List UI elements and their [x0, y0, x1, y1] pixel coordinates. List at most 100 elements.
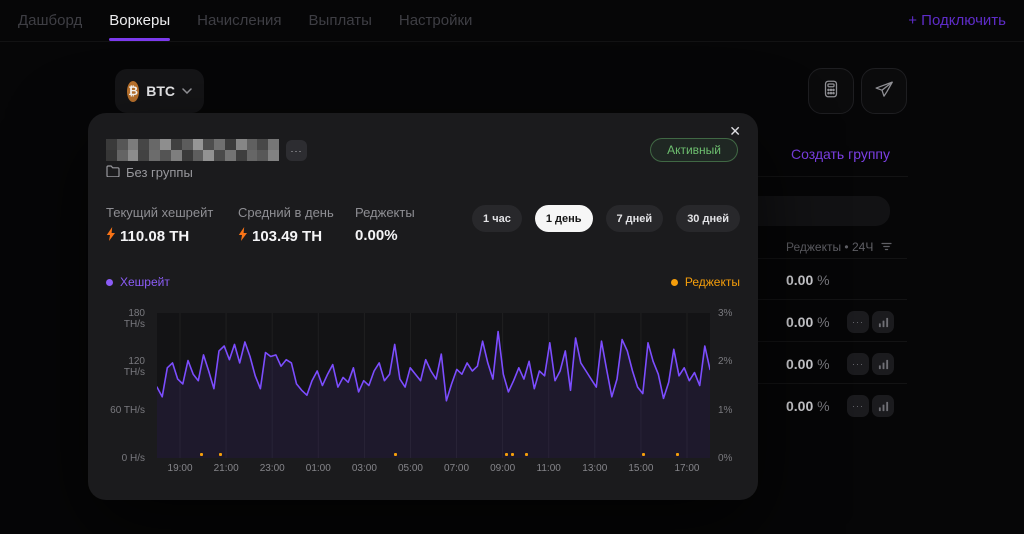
rejects-column-header: Реджекты • 24Ч — [786, 240, 892, 254]
row-more-button[interactable]: ··· — [847, 311, 869, 333]
x-axis-label: 05:00 — [398, 463, 423, 474]
range-30d[interactable]: 30 дней — [676, 205, 740, 232]
blurred-worker-name — [106, 139, 279, 161]
x-axis-label: 09:00 — [490, 463, 515, 474]
row-more-button[interactable]: ··· — [847, 353, 869, 375]
mosaic-block — [117, 139, 128, 150]
mosaic-block — [117, 150, 128, 161]
mosaic-block — [236, 139, 247, 150]
legend-label: Реджекты — [685, 275, 740, 289]
bitcoin-icon: ₿ — [127, 81, 139, 102]
nav-item-workers[interactable]: Воркеры — [109, 0, 170, 41]
stat-value: 0.00% — [355, 227, 415, 244]
mosaic-block — [236, 150, 247, 161]
mosaic-block — [149, 150, 160, 161]
coin-select[interactable]: ₿ BTC — [115, 69, 204, 113]
mosaic-block — [182, 150, 193, 161]
y-axis-right-label: 0% — [718, 453, 732, 464]
stat-label: Реджекты — [355, 205, 415, 220]
mosaic-block — [214, 150, 225, 161]
reject-event-dot — [219, 453, 222, 456]
nav-item-earnings[interactable]: Начисления — [197, 0, 281, 41]
stat-value: 110.08 TH — [106, 227, 213, 245]
nav-item-settings[interactable]: Настройки — [399, 0, 473, 41]
divider — [755, 341, 907, 342]
legend-dot-icon — [671, 279, 678, 286]
mosaic-block — [203, 139, 214, 150]
nav-tabs: Дашборд Воркеры Начисления Выплаты Настр… — [18, 0, 472, 41]
mosaic-block — [203, 150, 214, 161]
hashrate-line — [157, 313, 710, 458]
mosaic-block — [257, 150, 268, 161]
rejects-value: 0.00 % — [786, 272, 830, 288]
lightning-icon — [106, 227, 116, 245]
mosaic-block — [160, 139, 171, 150]
connect-link[interactable]: + Подключить — [908, 12, 1006, 29]
status-badge: Активный — [650, 138, 738, 162]
y-axis-left-label: 0 H/s — [106, 453, 145, 464]
row-chart-button[interactable] — [872, 311, 894, 333]
mosaic-block — [106, 139, 117, 150]
x-axis-label: 07:00 — [444, 463, 469, 474]
y-axis-right-label: 3% — [718, 308, 732, 319]
x-axis-label: 19:00 — [168, 463, 193, 474]
x-axis-label: 23:00 — [260, 463, 285, 474]
reject-event-dot — [200, 453, 203, 456]
mosaic-block — [128, 139, 139, 150]
chevron-down-icon — [182, 88, 192, 94]
nav-item-dashboard[interactable]: Дашборд — [18, 0, 82, 41]
reject-event-dot — [676, 453, 679, 456]
sort-filter-icon[interactable] — [881, 240, 892, 254]
row-chart-button[interactable] — [872, 353, 894, 375]
stat-current-hashrate: Текущий хешрейт 110.08 TH — [106, 205, 213, 245]
range-1h[interactable]: 1 час — [472, 205, 522, 232]
mosaic-block — [193, 139, 204, 150]
mosaic-block — [138, 150, 149, 161]
worker-more-button[interactable]: ··· — [286, 140, 307, 161]
mosaic-block — [106, 150, 117, 161]
mosaic-block — [225, 150, 236, 161]
mosaic-block — [182, 139, 193, 150]
worker-detail-modal: ✕ ··· Активный Без группы Текущий хешрей… — [88, 113, 758, 500]
stat-average-hashrate: Средний в день 103.49 TH — [238, 205, 334, 245]
stat-rejects: Реджекты 0.00% — [355, 205, 415, 244]
chart-legend: Хешрейт Реджекты — [106, 275, 740, 289]
mosaic-block — [268, 139, 279, 150]
mosaic-block — [247, 139, 258, 150]
row-chart-button[interactable] — [872, 395, 894, 417]
mosaic-block — [171, 150, 182, 161]
telegram-button[interactable] — [861, 68, 907, 114]
mosaic-block — [225, 139, 236, 150]
mosaic-block — [214, 139, 225, 150]
calculator-button[interactable] — [808, 68, 854, 114]
mosaic-block — [128, 150, 139, 161]
mosaic-block — [160, 150, 171, 161]
mosaic-block — [247, 150, 258, 161]
y-axis-left-label: 180 TH/s — [106, 308, 145, 330]
y-axis-left-label: 120 TH/s — [106, 356, 145, 378]
rejects-value: 0.00 % — [786, 314, 830, 330]
x-axis-label: 21:00 — [214, 463, 239, 474]
x-axis-label: 01:00 — [306, 463, 331, 474]
range-1d[interactable]: 1 день — [535, 205, 593, 232]
x-axis-label: 15:00 — [628, 463, 653, 474]
legend-label: Хешрейт — [120, 275, 170, 289]
hashrate-chart: 180 TH/s120 TH/s60 TH/s0 H/s3%2%1%0%19:0… — [106, 305, 740, 485]
mosaic-block — [149, 139, 160, 150]
rejects-header-label: Реджекты • 24Ч — [786, 240, 873, 254]
worker-group-label: Без группы — [126, 165, 193, 180]
legend-hashrate[interactable]: Хешрейт — [106, 275, 170, 289]
nav-item-payouts[interactable]: Выплаты — [309, 0, 372, 41]
mosaic-block — [193, 150, 204, 161]
row-more-button[interactable]: ··· — [847, 395, 869, 417]
worker-group: Без группы — [106, 165, 193, 180]
range-7d[interactable]: 7 дней — [606, 205, 664, 232]
create-group-link[interactable]: Создать группу — [790, 146, 890, 162]
reject-event-dot — [525, 453, 528, 456]
x-axis-label: 13:00 — [582, 463, 607, 474]
reject-event-dot — [642, 453, 645, 456]
calculator-icon — [820, 78, 842, 105]
mosaic-block — [268, 150, 279, 161]
legend-rejects[interactable]: Реджекты — [671, 275, 740, 289]
y-axis-right-label: 1% — [718, 405, 732, 416]
